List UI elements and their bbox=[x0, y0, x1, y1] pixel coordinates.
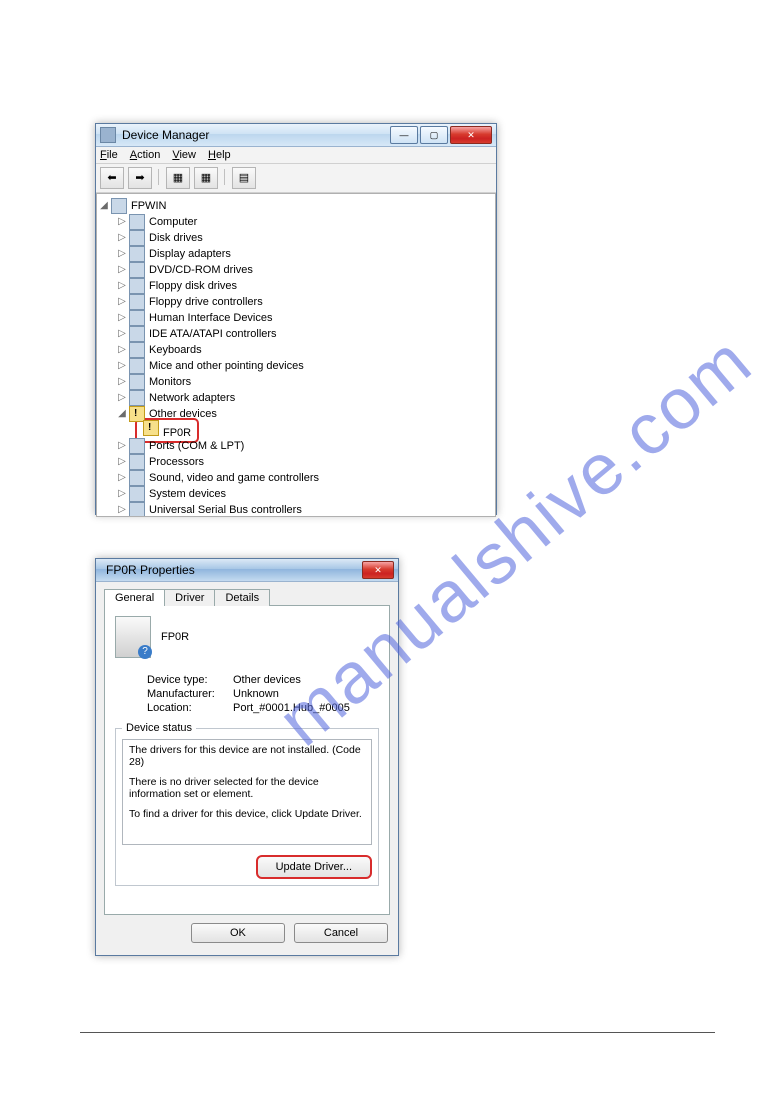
device-icon bbox=[129, 246, 145, 262]
toolbar-separator bbox=[156, 167, 162, 187]
device-icon bbox=[129, 326, 145, 342]
window-title: Device Manager bbox=[122, 128, 390, 142]
label-location: Location: bbox=[147, 702, 233, 714]
tab-driver[interactable]: Driver bbox=[164, 589, 215, 606]
label-device-type: Device type: bbox=[147, 674, 233, 686]
minimize-button[interactable]: — bbox=[390, 126, 418, 144]
device-icon bbox=[129, 454, 145, 470]
device-icon bbox=[129, 342, 145, 358]
value-manufacturer: Unknown bbox=[233, 688, 279, 700]
device-icon bbox=[129, 470, 145, 486]
ok-button[interactable]: OK bbox=[191, 923, 285, 943]
label-manufacturer: Manufacturer: bbox=[147, 688, 233, 700]
tree-item[interactable]: System devices bbox=[149, 486, 226, 502]
device-status-legend: Device status bbox=[122, 722, 196, 734]
toolbar-separator bbox=[222, 167, 228, 187]
device-manager-window: Device Manager — ▢ ✕ File Action View He… bbox=[95, 123, 497, 515]
tree-item[interactable]: Human Interface Devices bbox=[149, 310, 273, 326]
device-icon bbox=[129, 230, 145, 246]
back-button[interactable]: ⬅ bbox=[100, 167, 124, 189]
tree-item[interactable]: Floppy disk drives bbox=[149, 278, 237, 294]
tool-button[interactable]: ▦ bbox=[166, 167, 190, 189]
tree-item[interactable]: Network adapters bbox=[149, 390, 235, 406]
tree-item[interactable]: Floppy drive controllers bbox=[149, 294, 263, 310]
close-button[interactable]: ✕ bbox=[362, 561, 394, 579]
toolbar: ⬅ ➡ ▦ ▦ ▤ bbox=[96, 164, 496, 193]
device-status-text[interactable]: The drivers for this device are not inst… bbox=[122, 739, 372, 845]
tab-details[interactable]: Details bbox=[214, 589, 270, 606]
titlebar[interactable]: Device Manager — ▢ ✕ bbox=[96, 124, 496, 147]
cancel-button[interactable]: Cancel bbox=[294, 923, 388, 943]
dialog-title: FP0R Properties bbox=[100, 563, 362, 577]
device-icon bbox=[129, 262, 145, 278]
menu-action[interactable]: Action bbox=[130, 149, 161, 161]
device-large-icon bbox=[115, 616, 151, 658]
device-icon bbox=[129, 438, 145, 454]
tree-item[interactable]: Ports (COM & LPT) bbox=[149, 438, 244, 454]
device-icon bbox=[129, 214, 145, 230]
tree-fp0r[interactable]: FP0R bbox=[163, 427, 191, 439]
computer-icon bbox=[111, 198, 127, 214]
value-location: Port_#0001.Hub_#0005 bbox=[233, 702, 350, 714]
device-status-group: Device status The drivers for this devic… bbox=[115, 728, 379, 886]
device-tree[interactable]: ◢FPWIN ▷Computer ▷Disk drives ▷Display a… bbox=[96, 193, 496, 517]
tool-button[interactable]: ▤ bbox=[232, 167, 256, 189]
menu-help[interactable]: Help bbox=[208, 149, 231, 161]
maximize-button[interactable]: ▢ bbox=[420, 126, 448, 144]
device-icon bbox=[129, 310, 145, 326]
properties-dialog: FP0R Properties ✕ General Driver Details… bbox=[95, 558, 399, 956]
tree-item[interactable]: Disk drives bbox=[149, 230, 203, 246]
warning-icon bbox=[143, 420, 159, 436]
update-driver-button[interactable]: Update Driver... bbox=[256, 855, 372, 879]
tool-button[interactable]: ▦ bbox=[194, 167, 218, 189]
tab-panel-general: FP0R Device type:Other devices Manufactu… bbox=[104, 605, 390, 915]
menu-bar[interactable]: File Action View Help bbox=[96, 147, 496, 164]
tree-item[interactable]: Universal Serial Bus controllers bbox=[149, 502, 302, 517]
device-icon bbox=[129, 390, 145, 406]
tab-general[interactable]: General bbox=[104, 589, 165, 606]
status-line: The drivers for this device are not inst… bbox=[129, 744, 365, 768]
device-icon bbox=[129, 278, 145, 294]
device-icon bbox=[129, 294, 145, 310]
menu-file[interactable]: File bbox=[100, 149, 118, 161]
tree-item[interactable]: Processors bbox=[149, 454, 204, 470]
app-icon bbox=[100, 127, 116, 143]
tree-item[interactable]: Keyboards bbox=[149, 342, 202, 358]
device-icon bbox=[129, 358, 145, 374]
menu-view[interactable]: View bbox=[172, 149, 196, 161]
device-icon bbox=[129, 486, 145, 502]
tree-item[interactable]: Mice and other pointing devices bbox=[149, 358, 304, 374]
tab-row: General Driver Details bbox=[104, 588, 390, 605]
tree-item[interactable]: Monitors bbox=[149, 374, 191, 390]
tree-item[interactable]: DVD/CD-ROM drives bbox=[149, 262, 253, 278]
forward-button[interactable]: ➡ bbox=[128, 167, 152, 189]
status-line: There is no driver selected for the devi… bbox=[129, 776, 365, 800]
titlebar[interactable]: FP0R Properties ✕ bbox=[96, 559, 398, 582]
status-line: To find a driver for this device, click … bbox=[129, 808, 365, 820]
tree-root[interactable]: FPWIN bbox=[131, 198, 166, 214]
device-icon bbox=[129, 502, 145, 517]
tree-item[interactable]: Display adapters bbox=[149, 246, 231, 262]
tree-item[interactable]: Sound, video and game controllers bbox=[149, 470, 319, 486]
device-name: FP0R bbox=[161, 631, 189, 643]
tree-item[interactable]: Computer bbox=[149, 214, 197, 230]
tree-item[interactable]: IDE ATA/ATAPI controllers bbox=[149, 326, 277, 342]
value-device-type: Other devices bbox=[233, 674, 301, 686]
page-footer-rule bbox=[80, 1032, 715, 1033]
device-icon bbox=[129, 374, 145, 390]
close-button[interactable]: ✕ bbox=[450, 126, 492, 144]
